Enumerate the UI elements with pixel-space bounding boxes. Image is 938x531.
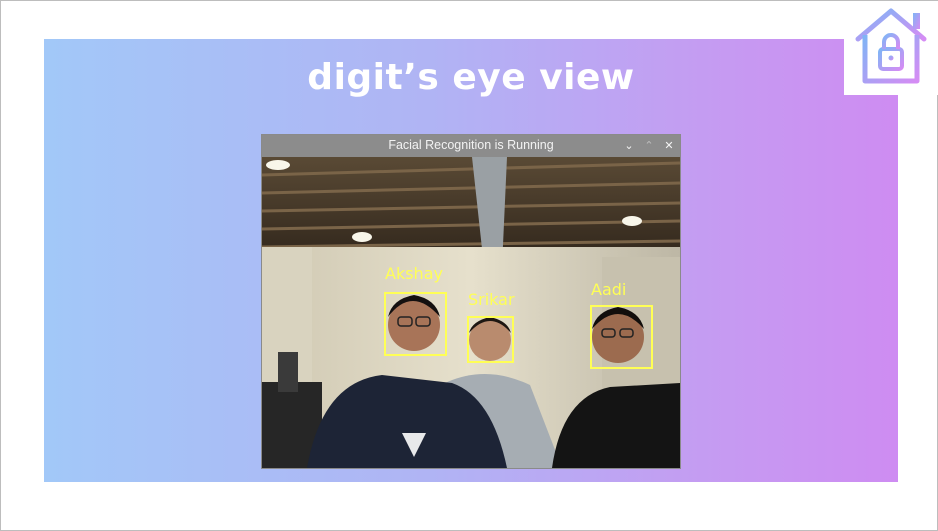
facial-recognition-window[interactable]: Facial Recognition is Running ⌄ ⌃ ✕ Aksh… xyxy=(262,135,680,468)
slide-title: digit’s eye view xyxy=(307,57,635,98)
window-title: Facial Recognition is Running xyxy=(388,138,554,152)
chevron-up-icon[interactable]: ⌃ xyxy=(640,137,658,155)
close-icon[interactable]: ✕ xyxy=(660,137,678,155)
app-logo xyxy=(844,1,938,95)
chevron-down-icon[interactable]: ⌄ xyxy=(620,137,638,155)
camera-feed: Akshay Srikar Aadi xyxy=(262,157,680,468)
camera-image: Akshay Srikar Aadi xyxy=(262,157,680,468)
face-label-aadi: Aadi xyxy=(591,280,626,299)
window-titlebar[interactable]: Facial Recognition is Running ⌄ ⌃ ✕ xyxy=(262,135,680,157)
slide: digit’s eye view Facial Recognition is R… xyxy=(0,0,938,531)
house-lock-icon xyxy=(855,8,927,84)
face-label-srikar: Srikar xyxy=(468,290,515,309)
face-label-akshay: Akshay xyxy=(385,264,443,283)
